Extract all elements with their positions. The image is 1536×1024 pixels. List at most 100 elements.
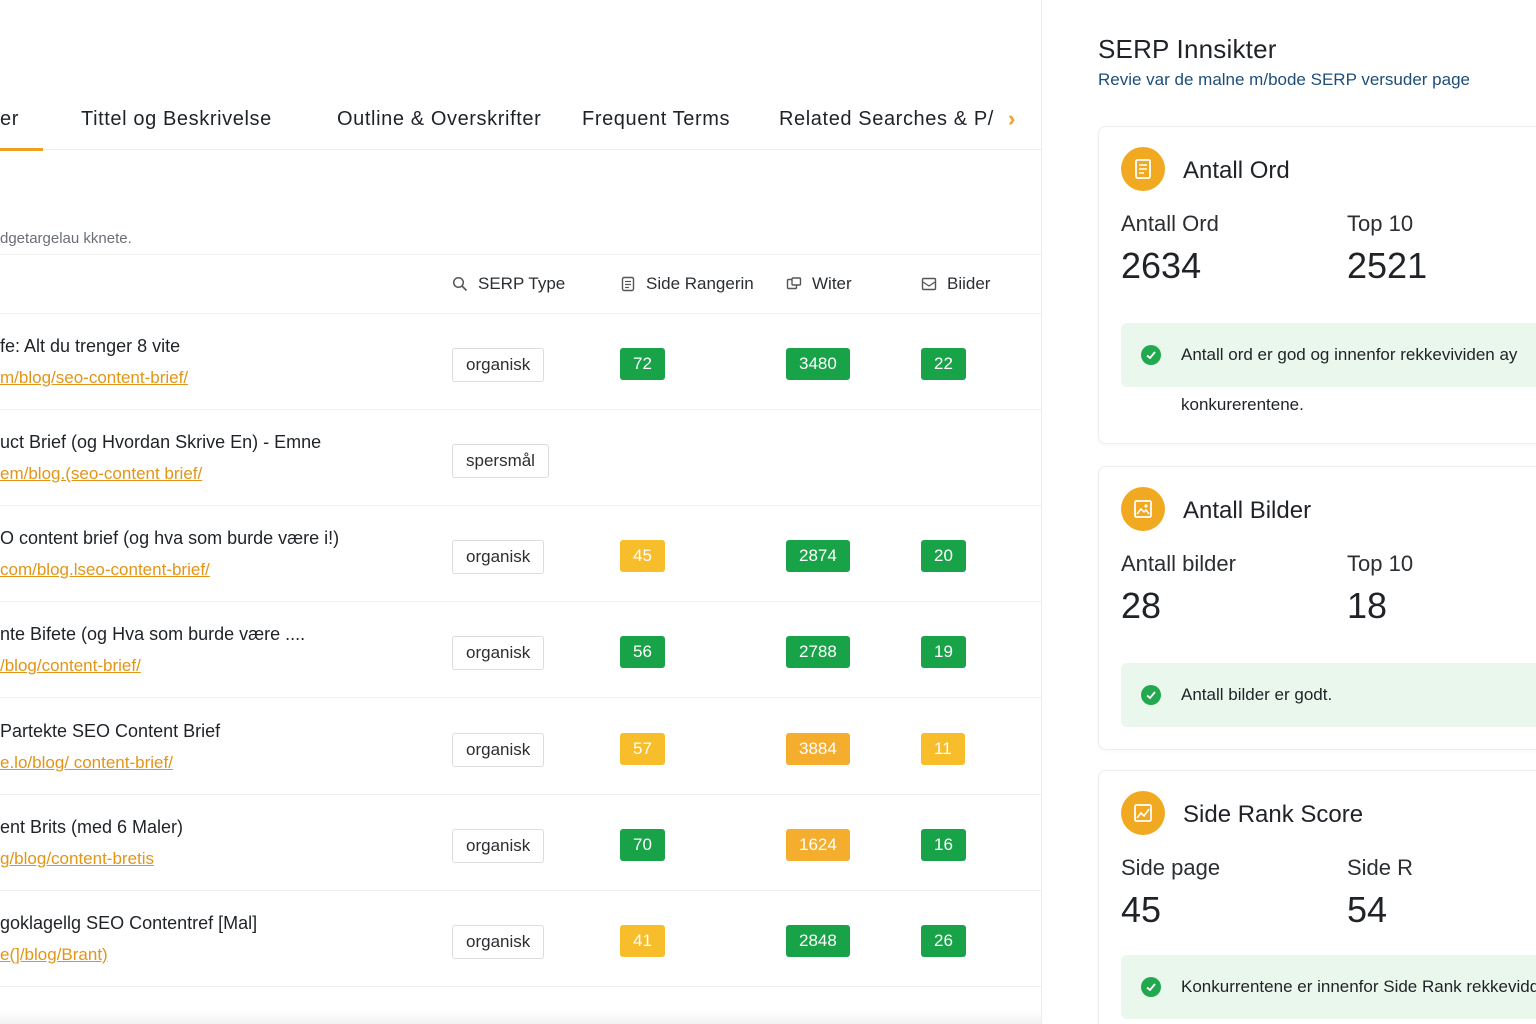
check-circle-icon xyxy=(1141,345,1161,365)
word-count-icon xyxy=(786,277,802,290)
word-count-badge: 2874 xyxy=(786,540,850,572)
word-count-badge: 3884 xyxy=(786,733,850,765)
header-words-label: Witer xyxy=(812,274,852,293)
image-count-badge: 19 xyxy=(921,636,966,668)
document-icon xyxy=(1121,147,1165,191)
result-url-link[interactable]: /blog/content-brief/ xyxy=(0,656,141,676)
insights-subtitle: Revie var de malne m/bode SERP versuder … xyxy=(1098,70,1470,89)
metric-label: Side page xyxy=(1121,855,1221,880)
header-images[interactable]: Biider xyxy=(921,274,990,294)
insights-panel: SERP Innsikter Revie var de malne m/bode… xyxy=(1068,0,1536,1024)
word-count-badge: 2848 xyxy=(786,925,850,957)
serp-type-pill: organisk xyxy=(452,540,545,574)
result-title: nte Bifete (og Hva som burde være .... xyxy=(0,624,306,644)
image-count-badge: 26 xyxy=(921,925,966,957)
result-url-link[interactable]: m/blog/seo-content-brief/ xyxy=(0,368,188,388)
side-rank-badge: 72 xyxy=(620,348,665,380)
serp-type-pill: organisk xyxy=(452,636,545,670)
image-icon xyxy=(921,277,937,291)
status-note: Antall ord er god og innenfor rekkevivid… xyxy=(1121,323,1536,387)
header-serp-type[interactable]: SERP Type xyxy=(452,274,565,294)
card-title: Antall Ord xyxy=(1183,157,1290,184)
image-count-badge: 22 xyxy=(921,348,966,380)
table-row[interactable]: uct Brief (og Hvordan Skrive En) - Emne … xyxy=(0,410,1041,506)
result-title: ent Brits (med 6 Maler) xyxy=(0,817,184,837)
side-rank-badge: 41 xyxy=(620,925,665,957)
metric-label: Antall Ord xyxy=(1121,211,1219,236)
header-serp-type-label: SERP Type xyxy=(478,274,566,293)
table-row[interactable]: Partekte SEO Content Brief e.lo/blog/ co… xyxy=(0,699,1041,795)
note-text: Konkurrentene er innenfor Side Rank rekk… xyxy=(1181,977,1536,996)
result-url-link[interactable]: g/blog/content-bretis xyxy=(0,849,154,869)
result-title: goklagellg SEO Contentref [Mal] xyxy=(0,913,258,933)
result-url-link[interactable]: e.lo/blog/ content-brief/ xyxy=(0,753,173,773)
note-text-continued: konkurerentene. xyxy=(1181,395,1304,414)
table-header: SERP Type Side Rangerin Witer Biider xyxy=(0,254,1041,314)
chevron-right-icon[interactable]: › xyxy=(1008,106,1015,132)
insights-title: SERP Innsikter xyxy=(1098,34,1277,64)
header-side-rank-label: Side Rangerin xyxy=(646,274,754,293)
result-url-link[interactable]: com/blog.lseo-content-brief/ xyxy=(0,560,210,580)
serp-type-pill: organisk xyxy=(452,829,545,863)
side-rank-badge: 56 xyxy=(620,636,665,668)
side-rank-badge: 57 xyxy=(620,733,665,765)
card-title: Side Rank Score xyxy=(1183,801,1364,828)
metric-value: 54 xyxy=(1347,889,1388,930)
side-rank-card: Side Rank Score Side page 45 Side R 54 K… xyxy=(1098,770,1536,1024)
table-row[interactable]: O content brief (og hva som burde være i… xyxy=(0,506,1041,602)
status-note: Antall bilder er godt. xyxy=(1121,663,1536,727)
result-title: fe: Alt du trenger 8 vite xyxy=(0,336,181,356)
result-title: uct Brief (og Hvordan Skrive En) - Emne xyxy=(0,432,322,452)
note-text: Antall ord er god og innenfor rekkevivid… xyxy=(1181,345,1518,364)
main-panel: er Tittel og Beskrivelse Outline & Overs… xyxy=(0,0,1042,1024)
image-count-badge: 16 xyxy=(921,829,966,861)
tab-title-description[interactable]: Tittel og Beskrivelse xyxy=(81,108,272,131)
note-text: Antall bilder er godt. xyxy=(1181,685,1333,704)
word-count-badge: 1624 xyxy=(786,829,850,861)
metric-label: Side R xyxy=(1347,855,1414,880)
tab-frequent-terms[interactable]: Frequent Terms xyxy=(582,108,730,131)
metric-value: 2634 xyxy=(1121,245,1202,286)
table-row[interactable]: fe: Alt du trenger 8 vite m/blog/seo-con… xyxy=(0,314,1041,410)
side-rank-badge: 70 xyxy=(620,829,665,861)
metric-value: 28 xyxy=(1121,585,1162,626)
word-count-card: Antall Ord Antall Ord 2634 Top 10 2521 A… xyxy=(1098,126,1536,444)
word-count-badge: 2788 xyxy=(786,636,850,668)
image-count-card: Antall Bilder Antall bilder 28 Top 10 18… xyxy=(1098,466,1536,750)
rank-icon xyxy=(1121,791,1165,835)
serp-type-pill: organisk xyxy=(452,348,545,382)
serp-type-pill: spersmål xyxy=(452,444,549,478)
image-count-badge: 11 xyxy=(921,733,965,765)
document-icon xyxy=(621,276,635,292)
side-rank-badge: 45 xyxy=(620,540,665,572)
table-row[interactable]: nte Bifete (og Hva som burde være .... /… xyxy=(0,602,1041,698)
tab-overview[interactable]: er xyxy=(0,108,43,151)
tab-outline-headings[interactable]: Outline & Overskrifter xyxy=(337,108,541,131)
table-subtitle: dgetargelau kknete. xyxy=(0,230,132,247)
image-count-badge: 20 xyxy=(921,540,966,572)
metric-label: Top 10 xyxy=(1347,211,1414,236)
metric-value: 18 xyxy=(1347,585,1388,626)
header-side-rank[interactable]: Side Rangerin xyxy=(620,274,754,294)
table-row[interactable]: ent Brits (med 6 Maler) g/blog/content-b… xyxy=(0,795,1041,891)
metric-value: 45 xyxy=(1121,889,1162,930)
metric-value: 2521 xyxy=(1347,245,1428,286)
status-note: Konkurrentene er innenfor Side Rank rekk… xyxy=(1121,955,1536,1019)
result-title: O content brief (og hva som burde være i… xyxy=(0,528,340,548)
metric-label: Top 10 xyxy=(1347,551,1414,576)
result-url-link[interactable]: em/blog.(seo-content brief/ xyxy=(0,464,202,484)
serp-type-pill: organisk xyxy=(452,733,545,767)
check-circle-icon xyxy=(1141,685,1161,705)
header-images-label: Biider xyxy=(947,274,991,293)
table-row[interactable]: goklagellg SEO Contentref [Mal] e(]/blog… xyxy=(0,891,1041,987)
image-icon xyxy=(1121,487,1165,531)
tab-bar: er Tittel og Beskrivelse Outline & Overs… xyxy=(0,92,1041,151)
serp-type-pill: organisk xyxy=(452,925,545,959)
result-url-link[interactable]: e(]/blog/Brant) xyxy=(0,945,108,965)
tab-related-searches[interactable]: Related Searches & P/ xyxy=(779,108,994,131)
header-words[interactable]: Witer xyxy=(786,274,852,294)
metric-label: Antall bilder xyxy=(1121,551,1236,576)
bottom-divider xyxy=(0,1010,1041,1024)
word-count-badge: 3480 xyxy=(786,348,850,380)
card-title: Antall Bilder xyxy=(1183,497,1312,524)
